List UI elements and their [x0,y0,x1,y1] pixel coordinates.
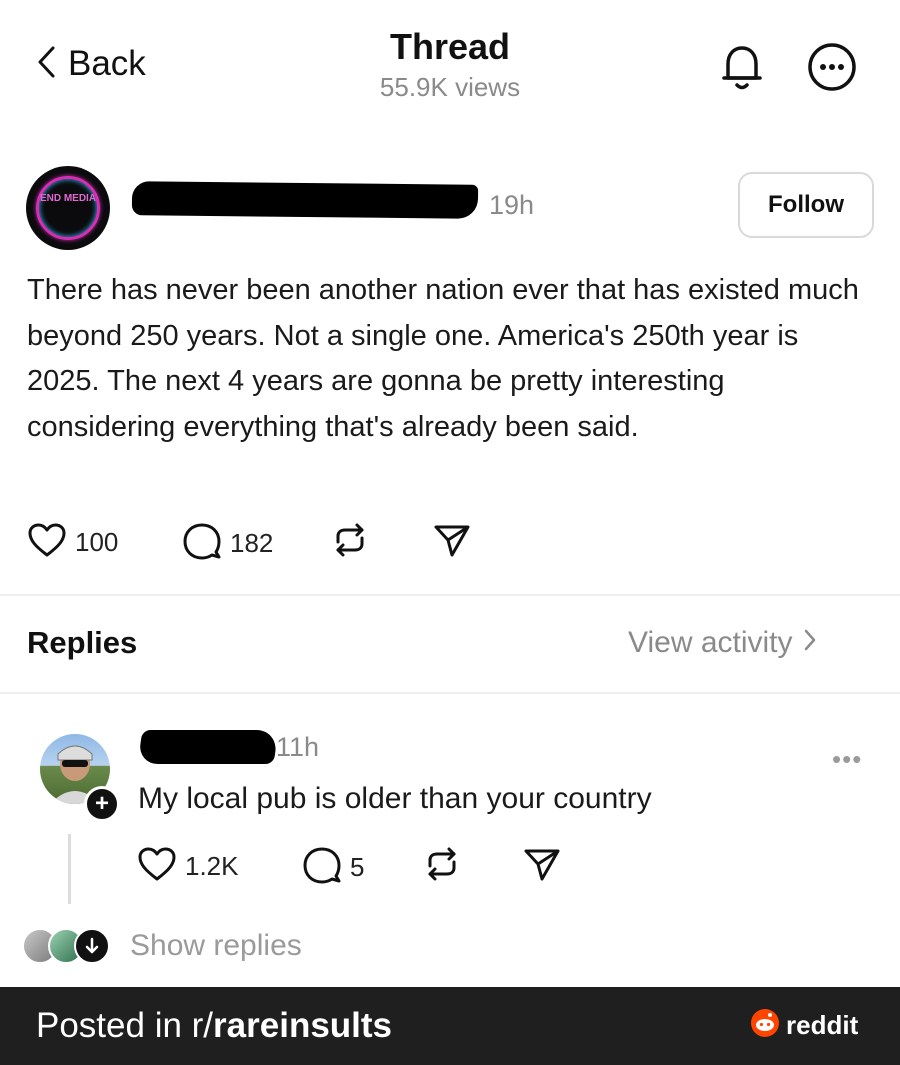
reply-timestamp: 11h [276,732,320,762]
share-button[interactable] [432,522,472,563]
post-timestamp: 19h [489,190,535,220]
divider [0,594,900,596]
replies-heading: Replies [27,625,138,660]
repost-button[interactable] [330,522,370,563]
repost-icon [422,846,462,887]
avatar-ring [36,176,100,240]
repost-icon [330,522,370,563]
thread-connector-line [68,834,71,904]
show-replies-label: Show replies [130,929,302,962]
reply-comment-count: 5 [350,852,365,882]
send-icon [522,846,562,887]
view-activity-link[interactable]: View activity [628,626,817,660]
chevron-right-icon [803,626,817,660]
show-replies-button[interactable]: Show replies [22,928,302,964]
reddit-snoo-icon [750,1008,780,1043]
subreddit-name: rareinsults [213,1006,393,1045]
follow-plus-icon[interactable]: + [84,786,120,822]
post-body: There has never been another nation ever… [27,274,859,443]
reddit-logo: reddit [750,1008,858,1043]
reply-body: My local pub is older than your country [138,782,652,815]
avatar-logo-text: END MEDIA [39,193,97,204]
posted-in-text: Posted in r/rareinsults [36,1006,392,1046]
reply-like-button[interactable]: 1.2K [137,846,239,887]
redacted-username [137,730,279,764]
redacted-username [131,181,479,219]
more-options-icon[interactable]: ••• [832,744,862,775]
arrow-down-icon [74,928,110,964]
posted-in-prefix: Posted in r/ [36,1006,214,1045]
more-circle-icon[interactable] [805,40,859,99]
comment-count: 182 [230,528,274,558]
send-icon [432,522,472,563]
comment-bubble-icon [182,522,222,565]
comment-button[interactable]: 182 [182,522,273,565]
comment-bubble-icon [302,846,342,889]
view-activity-label: View activity [628,626,793,659]
like-count: 100 [75,527,119,557]
reply-like-count: 1.2K [185,851,239,881]
post-avatar[interactable]: END MEDIA [26,166,110,250]
reply-comment-button[interactable]: 5 [302,846,364,889]
reddit-wordmark: reddit [786,1010,859,1040]
heart-icon [27,522,67,563]
reply-repost-button[interactable] [422,846,462,887]
reply-share-button[interactable] [522,846,562,887]
divider [0,692,900,694]
heart-icon [137,846,177,887]
bell-icon[interactable] [716,40,768,99]
like-button[interactable]: 100 [27,522,118,563]
follow-button[interactable]: Follow [738,172,874,238]
